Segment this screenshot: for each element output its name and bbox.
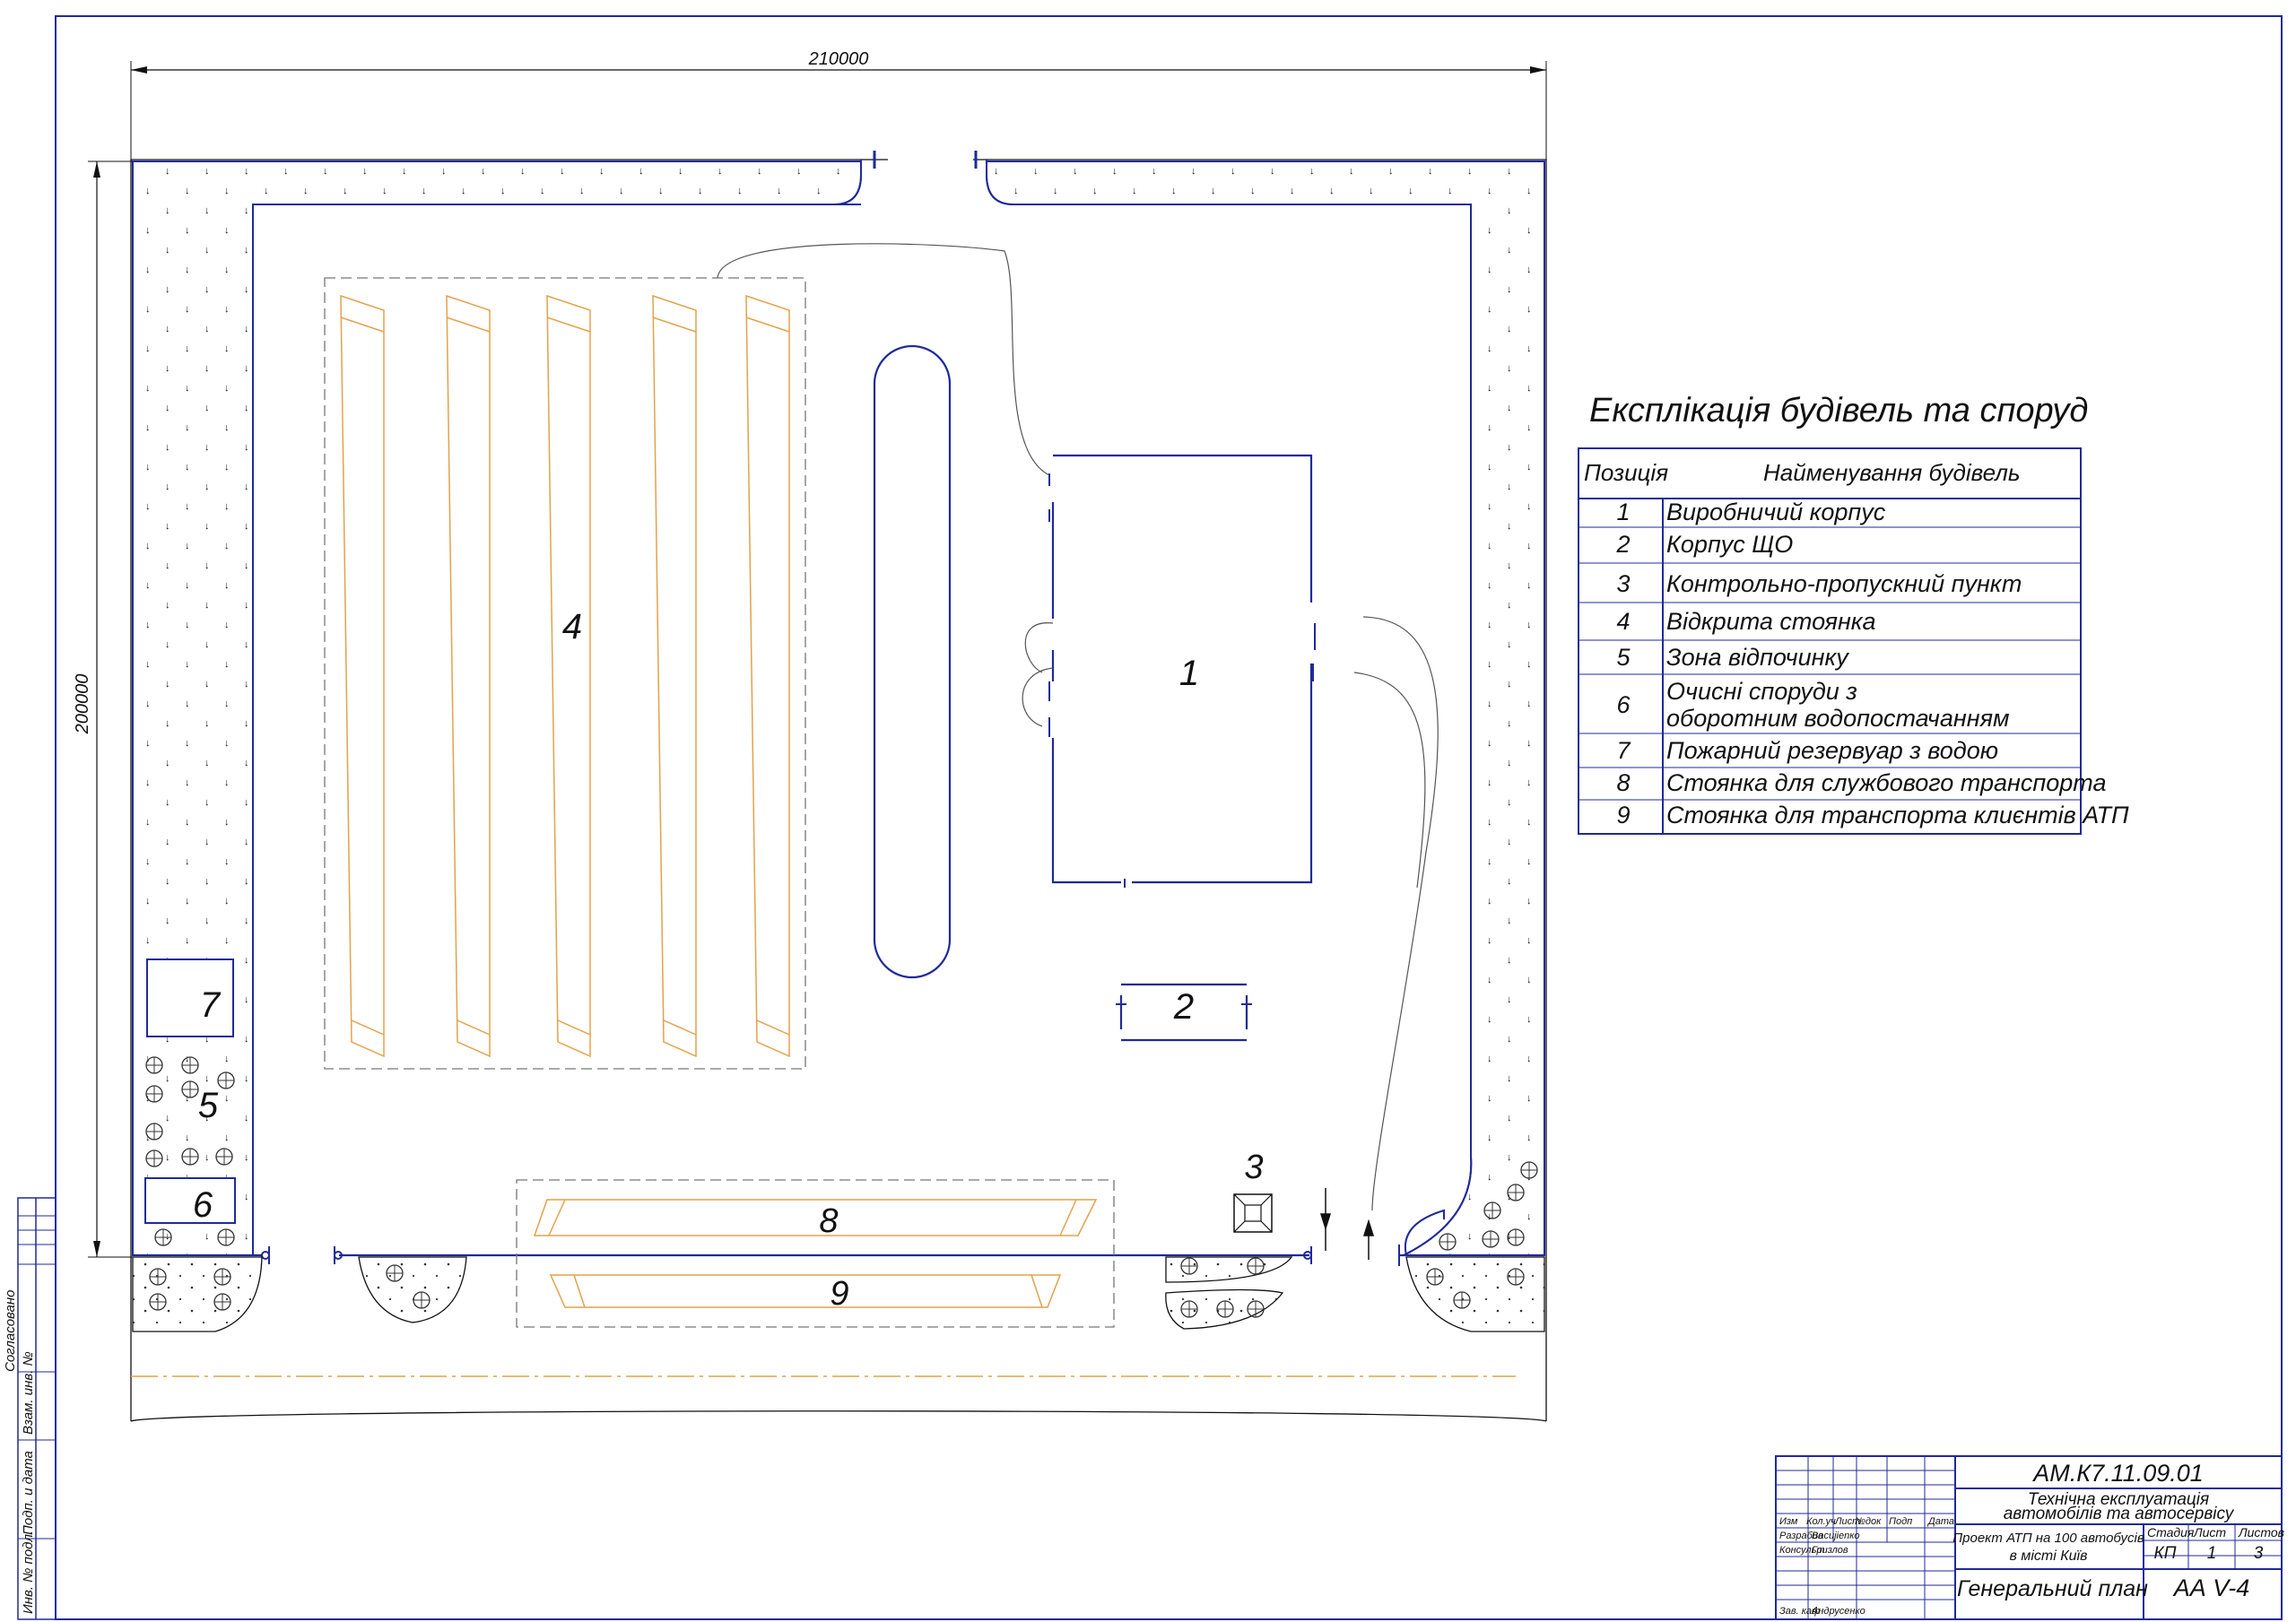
explication-row-pos: 5 (1616, 644, 1631, 671)
title-block-project-cont: в місті Київ (2010, 1548, 2088, 1564)
explication-row-name-cont: оборотним водопостачанням (1666, 705, 2010, 732)
explication-row-name: Пожарний резервуар з водою (1666, 737, 1998, 764)
dimension-width-label: 210000 (808, 49, 869, 69)
explication-row-pos: 4 (1616, 608, 1630, 635)
side-stamp-replacement-inv: Взам. инв. № (21, 1351, 36, 1435)
bus-stalls (533, 1199, 1098, 1308)
title-block-stage-header: Листов (2238, 1525, 2284, 1540)
green-pocket-1 (132, 1256, 263, 1332)
plan-label-1: 1 (1179, 654, 1199, 693)
title-block-person: Гризлов (1812, 1545, 1848, 1556)
title-block-col-header: Дата (1926, 1516, 1954, 1527)
title-block-person: Андрусенко (1811, 1606, 1866, 1617)
plan-label-3: 3 (1244, 1149, 1263, 1186)
plan-label-5: 5 (198, 1086, 219, 1125)
explication-row-name: Контрольно-пропускний пункт (1666, 570, 2022, 597)
explication-row-pos: 9 (1616, 802, 1630, 828)
green-pocket-3 (1165, 1256, 1293, 1283)
explication-row-pos: 6 (1616, 691, 1631, 718)
explication-row-name: Виробничий корпус (1666, 499, 1886, 525)
side-stamp-signature-date: Подп. и дата (21, 1451, 36, 1535)
plan-label-7: 7 (200, 985, 222, 1025)
drawing-sheet: ↓ ↓ 210000 200000 (3, 15, 2284, 1620)
explication-row-pos: 8 (1616, 769, 1630, 796)
title-block-stage-value: 1 (2207, 1544, 2217, 1563)
plan-label-9: 9 (830, 1275, 848, 1313)
fire-reservoir-7 (146, 958, 234, 1037)
plan-label-6: 6 (193, 1185, 213, 1225)
dimension-width: 210000 (130, 49, 1547, 160)
title-block-project: Проект АТП на 100 автобусів (1952, 1531, 2144, 1546)
title-block-col-header: Кол.уч (1806, 1516, 1836, 1527)
inner-oval (873, 344, 952, 979)
explication-title: Експлікація будівель та споруд (1589, 392, 2088, 429)
checkpoint-3 (1233, 1193, 1273, 1233)
green-pocket-2 (358, 1256, 467, 1323)
explication-row-pos: 7 (1616, 737, 1631, 764)
plan-position-labels: 1 2 3 4 5 6 7 8 9 (193, 607, 1264, 1313)
title-block-col-header: Подп (1889, 1516, 1912, 1527)
explication: Експлікація будівель та споруд Позиція Н… (1578, 392, 2129, 835)
green-strip-right (986, 160, 1545, 1256)
title-block-format: АА V-4 (2172, 1574, 2250, 1601)
parking-stalls (340, 294, 790, 1058)
explication-row-name: Корпус ЩО (1666, 531, 1793, 558)
explication-row-pos: 3 (1616, 570, 1630, 597)
title-block-code: АМ.К7.11.09.01 (2031, 1460, 2204, 1487)
open-parking-4 (324, 277, 806, 1070)
dimension-height-label: 200000 (73, 674, 92, 735)
title-block-stage-header: Лист (2193, 1525, 2226, 1540)
explication-header-name: Найменування будівель (1763, 459, 2021, 486)
side-stamp-agreed: Согласовано (3, 1290, 18, 1373)
explication-row-name: Очисні споруди з (1666, 678, 1857, 705)
title-block-col-header: №док (1855, 1516, 1882, 1527)
explication-row-name: Стоянка для службового транспорта (1666, 769, 2106, 796)
plan-label-4: 4 (562, 607, 582, 646)
title-block-col-header: Изм (1779, 1516, 1798, 1527)
explication-header-position: Позиція (1584, 459, 1668, 486)
site-plan (130, 151, 1547, 1422)
title-block-stage-value: 3 (2254, 1544, 2264, 1563)
explication-row-name: Стоянка для транспорта клиєнтів АТП (1666, 802, 2129, 828)
site-outer-lines (130, 159, 1547, 1422)
explication-row-name: Зона відпочинку (1666, 644, 1849, 671)
plan-label-2: 2 (1173, 987, 1194, 1027)
explication-row-pos: 1 (1616, 499, 1630, 525)
entry-exit-arrows (1319, 1188, 1375, 1260)
title-block-stage-header: Стадия (2147, 1525, 2195, 1540)
title-block-person: Васиjienко (1812, 1531, 1860, 1541)
side-stamp-inv-original: Инв. № подл. (21, 1531, 36, 1614)
explication-row-name: Відкрита стоянка (1666, 608, 1876, 635)
green-pocket-5 (1405, 1256, 1545, 1332)
plan-label-8: 8 (819, 1202, 838, 1240)
title-block-stage-value: КП (2154, 1544, 2177, 1563)
title-block-discipline-cont: автомобілів та автосервісу (2004, 1505, 2235, 1523)
treatment-facilities-6 (144, 1177, 236, 1224)
title-block: АМ.К7.11.09.01 Технічна експлуатація авт… (1775, 1455, 2284, 1620)
title-block-sheet-title: Генеральний план (1957, 1576, 2148, 1601)
explication-row-pos: 2 (1615, 531, 1630, 558)
parking-area-8-9 (516, 1179, 1115, 1328)
